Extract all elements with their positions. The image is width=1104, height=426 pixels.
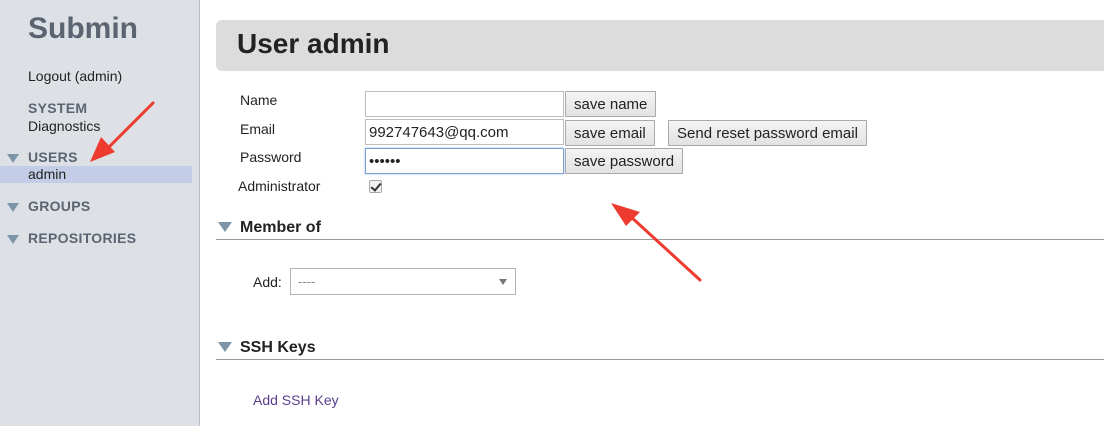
sidebar-item-admin[interactable]: admin xyxy=(28,166,66,182)
sidebar-section-repositories[interactable]: REPOSITORIES xyxy=(28,230,136,246)
page-header: User admin xyxy=(216,20,1104,71)
save-name-button[interactable]: save name xyxy=(565,91,657,117)
email-field[interactable] xyxy=(365,119,564,145)
add-group-label: Add: xyxy=(253,274,282,290)
name-label: Name xyxy=(240,92,278,108)
sidebar-item-diagnostics[interactable]: Diagnostics xyxy=(28,118,100,134)
sidebar-section-users[interactable]: USERS xyxy=(28,149,78,165)
sidebar: Submin Logout (admin) SYSTEM Diagnostics… xyxy=(0,0,200,426)
logout-link[interactable]: Logout (admin) xyxy=(28,68,122,84)
ssh-keys-collapse-icon[interactable] xyxy=(218,342,232,352)
sidebar-section-groups[interactable]: GROUPS xyxy=(28,198,90,214)
member-of-collapse-icon[interactable] xyxy=(218,222,232,232)
password-field[interactable] xyxy=(365,148,564,174)
add-group-select[interactable]: ---- xyxy=(290,268,516,295)
name-field[interactable] xyxy=(365,91,564,117)
member-of-divider xyxy=(216,239,1104,240)
administrator-checkbox[interactable] xyxy=(369,180,382,193)
chevron-down-icon xyxy=(499,279,507,285)
password-label: Password xyxy=(240,149,302,165)
annotation-arrow-password xyxy=(611,203,702,282)
save-email-button[interactable]: save email xyxy=(565,120,655,146)
member-of-heading: Member of xyxy=(240,219,321,236)
email-label: Email xyxy=(240,121,276,137)
ssh-keys-divider xyxy=(216,359,1104,360)
repositories-expand-icon[interactable] xyxy=(7,235,19,244)
groups-expand-icon[interactable] xyxy=(7,203,19,212)
ssh-keys-heading: SSH Keys xyxy=(240,339,316,356)
app-brand[interactable]: Submin xyxy=(28,12,138,46)
add-ssh-key-link[interactable]: Add SSH Key xyxy=(253,392,339,408)
sidebar-section-system: SYSTEM xyxy=(28,100,88,116)
send-reset-password-button[interactable]: Send reset password email xyxy=(668,120,867,146)
add-group-select-value: ---- xyxy=(298,274,316,289)
users-collapse-icon[interactable] xyxy=(7,154,19,163)
save-password-button[interactable]: save password xyxy=(565,148,684,174)
administrator-label: Administrator xyxy=(238,178,321,194)
page-title: User admin xyxy=(237,28,390,59)
